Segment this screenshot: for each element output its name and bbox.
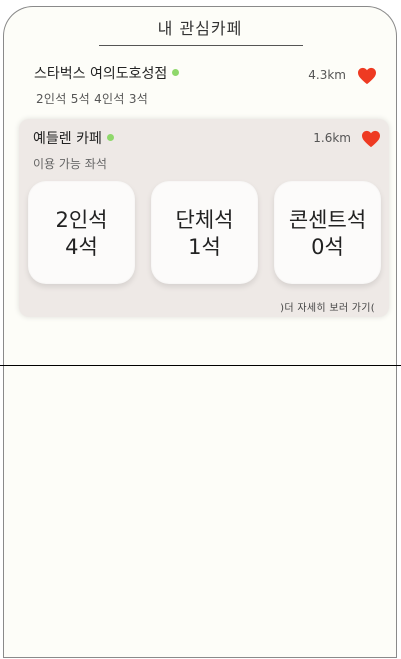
seat-count: 0석 [311,235,344,259]
seat-count: 4석 [65,235,98,259]
status-dot [172,68,180,76]
title-underline [99,45,303,46]
seat-type-label: 2인석 [55,208,108,232]
status-dot [106,133,114,141]
seats-summary: 2인석 5석 4인석 3석 [36,92,149,106]
cafe-name: 예들렌 카페 [33,131,102,147]
seat-count: 1석 [188,235,221,259]
page-title: 내 관심카페 [157,19,243,38]
app-frame: 내 관심카페 스타벅스 여의도호성점 2인석 5석 4인석 3석 4.3km 예… [3,6,397,658]
cafe-detail-card[interactable]: 예들렌 카페 1.6km 이용 가능 좌석 2인석 4석 단체석 1석 콘센트석… [19,119,389,317]
seat-type-card[interactable]: 단체석 1석 [151,181,258,284]
cafe-name: 스타벅스 여의도호성점 [34,66,168,82]
seat-type-card[interactable]: 2인석 4석 [28,181,135,284]
frame-bottom-border [3,657,397,658]
cafe-list-item[interactable]: 스타벅스 여의도호성점 2인석 5석 4인석 3석 4.3km [4,63,396,113]
seat-type-label: 콘센트석 [288,208,367,232]
horizontal-divider [0,365,401,366]
header: 내 관심카페 [4,15,396,46]
heart-icon[interactable] [361,130,381,148]
cafe-name-row: 스타벅스 여의도호성점 [34,63,180,83]
available-seats-label: 이용 가능 좌석 [33,157,107,171]
heart-icon[interactable] [357,67,377,85]
cafe-name-row: 예들렌 카페 [33,128,114,148]
see-more-link[interactable]: )더 자세히 보러 가기( [280,299,375,314]
cafe-distance: 4.3km [308,68,346,82]
cafe-distance: 1.6km [313,131,351,145]
seat-type-label: 단체석 [175,208,234,232]
seat-type-card[interactable]: 콘센트석 0석 [274,181,381,284]
